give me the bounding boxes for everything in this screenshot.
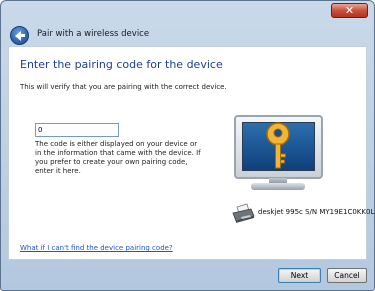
- next-button[interactable]: Next: [278, 268, 321, 283]
- window-title: Pair with a wireless device: [37, 29, 150, 39]
- wizard-footer: Next Cancel: [1, 260, 374, 290]
- wizard-window: ✕ Pair with a wireless device Enter the …: [0, 0, 375, 291]
- page-heading: Enter the pairing code for the device: [20, 58, 223, 71]
- close-button[interactable]: ✕: [331, 3, 368, 18]
- printer-icon: [232, 203, 255, 223]
- help-link[interactable]: What if I can't find the device pairing …: [20, 244, 173, 252]
- wizard-content: Enter the pairing code for the device Th…: [8, 46, 374, 260]
- back-arrow-icon[interactable]: [10, 26, 29, 45]
- pairing-code-input[interactable]: [35, 123, 119, 137]
- monitor-base: [251, 183, 305, 190]
- page-subtitle: This will verify that you are pairing wi…: [20, 83, 227, 91]
- pairing-code-help-text: The code is either displayed on your dev…: [35, 140, 201, 175]
- cancel-button[interactable]: Cancel: [327, 268, 367, 283]
- device-label: deskjet 995c S/N MY19E1C0KK0L: [258, 208, 375, 216]
- key-icon: [266, 122, 290, 169]
